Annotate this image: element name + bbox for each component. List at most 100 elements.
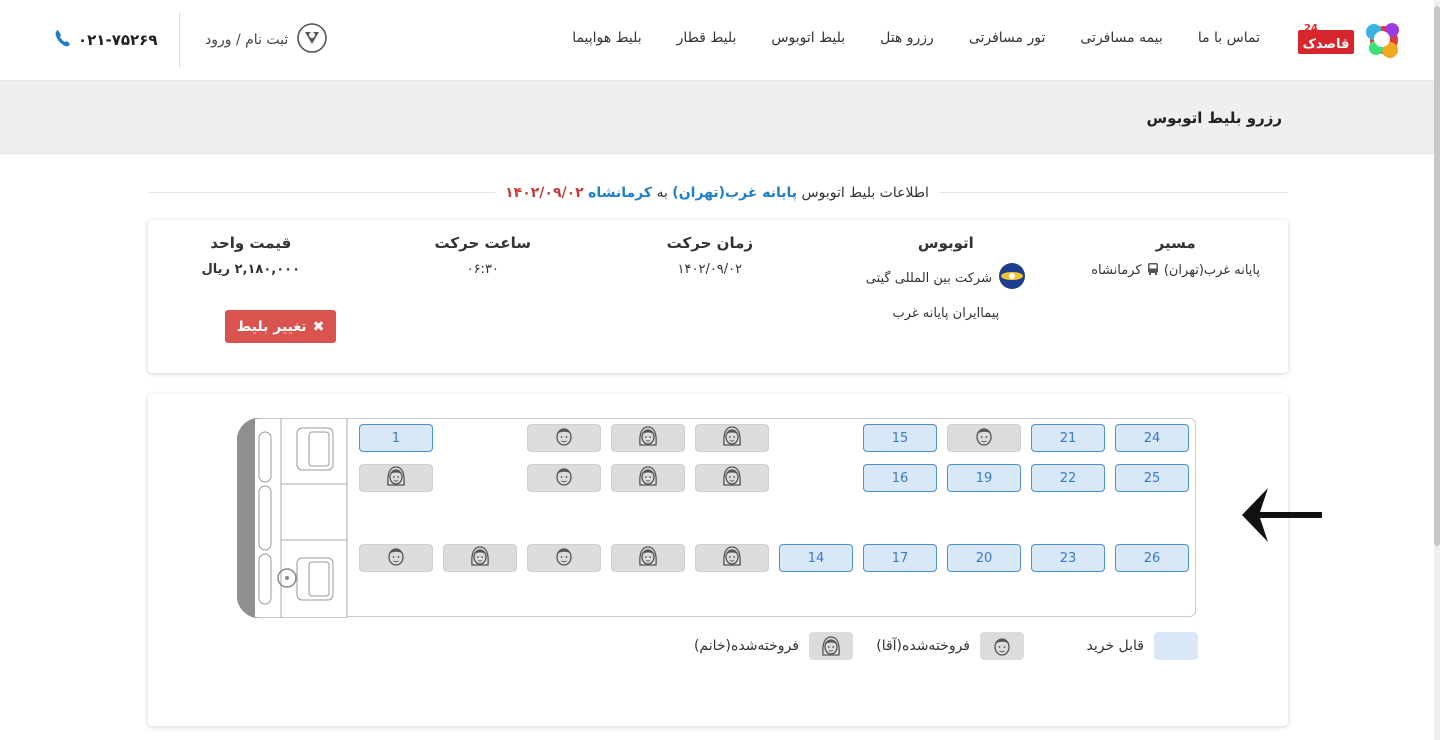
bus-icon: [1142, 263, 1160, 278]
male-icon: [554, 545, 574, 571]
divider: [179, 12, 180, 68]
female-icon: [638, 425, 658, 451]
nav-flight[interactable]: بلیط هواپیما: [572, 30, 641, 46]
nav-contact[interactable]: تماس با ما: [1198, 30, 1260, 46]
user-icon: [296, 22, 328, 58]
male-icon: [994, 638, 1010, 656]
time-value: ۰۶:۳۰: [466, 262, 499, 277]
male-icon: [554, 425, 574, 451]
seat-available[interactable]: 25: [1115, 464, 1189, 492]
info-destination: کرمانشاه: [588, 185, 652, 201]
support-phone[interactable]: ۰۲۱-۷۵۲۶۹: [54, 28, 157, 52]
change-ticket-button[interactable]: ✖ تغییر بلیط: [225, 310, 336, 343]
seat-sold-female: [695, 464, 769, 492]
seat-available[interactable]: 17: [863, 544, 937, 572]
page-title-band: رزرو بلیط اتوبوس: [0, 81, 1434, 154]
legend-male-label: فروخته‌شده(آقا): [876, 638, 970, 654]
seat-available[interactable]: 20: [947, 544, 1021, 572]
female-icon: [722, 465, 742, 491]
male-icon: [974, 425, 994, 451]
main-content: اطلاعات بلیط اتوبوس پایانه غرب(تهران) به…: [0, 154, 1434, 740]
logo-text: قاصدک: [1303, 37, 1350, 52]
nav-bus[interactable]: بلیط اتوبوس: [771, 30, 845, 46]
seat-available[interactable]: 26: [1115, 544, 1189, 572]
phone-icon: [54, 28, 72, 52]
main-nav: بلیط هواپیما بلیط قطار بلیط اتوبوس رزرو …: [572, 30, 1260, 46]
seat-sold-female: [359, 464, 433, 492]
seat-sold-male: [947, 424, 1021, 452]
female-icon: [386, 465, 406, 491]
info-to: به: [656, 185, 668, 201]
route-heading: مسیر: [1155, 234, 1196, 252]
phone-number: ۰۲۱-۷۵۲۶۹: [78, 31, 158, 49]
legend-free: قابل خرید: [1086, 632, 1198, 660]
date-column: زمان حرکت ۱۴۰۲/۰۹/۰۲: [667, 234, 753, 277]
close-icon: ✖: [312, 318, 325, 335]
seat-available[interactable]: 16: [863, 464, 937, 492]
route-origin: پایانه غرب(تهران): [1163, 263, 1260, 278]
female-icon: [722, 545, 742, 571]
seat-available[interactable]: 14: [779, 544, 853, 572]
seat-map-card: قابل خرید فروخته‌شده(آقا): [148, 394, 1288, 726]
legend-male-swatch: [980, 632, 1024, 660]
site-logo[interactable]: قاصدک 24: [1298, 18, 1402, 62]
seat-sold-female: [695, 544, 769, 572]
legend-male: فروخته‌شده(آقا): [876, 632, 1024, 660]
seat-sold-male: [527, 464, 601, 492]
legend-female: فروخته‌شده(خانم): [694, 632, 853, 660]
seat-available[interactable]: 21: [1031, 424, 1105, 452]
ticket-card: مسیر پایانه غرب(تهران) کرمانشاه اتوبوس ش…: [148, 220, 1288, 373]
price-value: ۲,۱۸۰,۰۰۰ ریال: [201, 262, 300, 277]
male-icon: [386, 545, 406, 571]
terminal-name: پیماایران پایانه غرب: [892, 306, 1000, 321]
seat-sold-male: [359, 544, 433, 572]
company-name: شرکت بین المللی گیتی: [865, 270, 992, 286]
scrollbar-thumb[interactable]: [1434, 6, 1440, 546]
female-icon: [722, 425, 742, 451]
seat-sold-female: [611, 544, 685, 572]
price-column: قیمت واحد ۲,۱۸۰,۰۰۰ ریال: [202, 234, 300, 277]
route-column: مسیر پایانه غرب(تهران) کرمانشاه: [1091, 234, 1260, 278]
legend-female-swatch: [809, 632, 853, 660]
seat-available[interactable]: 1: [359, 424, 433, 452]
company-row: شرکت بین المللی گیتی: [866, 262, 1026, 294]
female-icon: [822, 636, 840, 656]
female-icon: [638, 465, 658, 491]
page-title: رزرو بلیط اتوبوس: [1146, 109, 1282, 127]
nav-train[interactable]: بلیط قطار: [677, 30, 737, 46]
bus-heading: اتوبوس: [917, 234, 974, 252]
login-link[interactable]: ثبت نام / ورود: [205, 22, 328, 58]
seat-sold-male: [527, 424, 601, 452]
bus-column: اتوبوس شرکت بین المللی گیتی پیماایران پا…: [866, 234, 1026, 321]
seat-available[interactable]: 23: [1031, 544, 1105, 572]
date-heading: زمان حرکت: [666, 234, 753, 252]
date-value: ۱۴۰۲/۰۹/۰۲: [677, 262, 743, 277]
seat-sold-female: [611, 464, 685, 492]
nav-insurance[interactable]: بیمه مسافرتی: [1080, 30, 1162, 46]
bus-front-icon: [237, 418, 348, 618]
nav-tour[interactable]: تور مسافرتی: [969, 30, 1046, 46]
price-heading: قیمت واحد: [210, 234, 292, 252]
seat-available[interactable]: 22: [1031, 464, 1105, 492]
seat-sold-female: [611, 424, 685, 452]
legend-free-label: قابل خرید: [1086, 638, 1144, 654]
nav-hotel[interactable]: رزرو هتل: [880, 30, 934, 46]
login-label: ثبت نام / ورود: [205, 32, 289, 48]
top-navbar: قاصدک 24 بلیط هواپیما بلیط قطار بلیط اتو…: [0, 0, 1440, 81]
legend-female-label: فروخته‌شده(خانم): [693, 638, 799, 654]
seat-sold-female: [443, 544, 517, 572]
route-destination: کرمانشاه: [1091, 263, 1142, 278]
seat-available[interactable]: 24: [1115, 424, 1189, 452]
female-icon: [638, 545, 658, 571]
seat-sold-female: [695, 424, 769, 452]
time-column: ساعت حرکت ۰۶:۳۰: [435, 234, 531, 277]
time-heading: ساعت حرکت: [434, 234, 531, 252]
seat-available[interactable]: 15: [863, 424, 937, 452]
legend-free-swatch: [1154, 632, 1198, 660]
route-value: پایانه غرب(تهران) کرمانشاه: [1091, 262, 1260, 278]
female-icon: [470, 545, 490, 571]
seat-available[interactable]: 19: [947, 464, 1021, 492]
male-icon: [554, 465, 574, 491]
page-scrollbar[interactable]: [1434, 0, 1440, 740]
company-logo-icon: [998, 262, 1026, 294]
